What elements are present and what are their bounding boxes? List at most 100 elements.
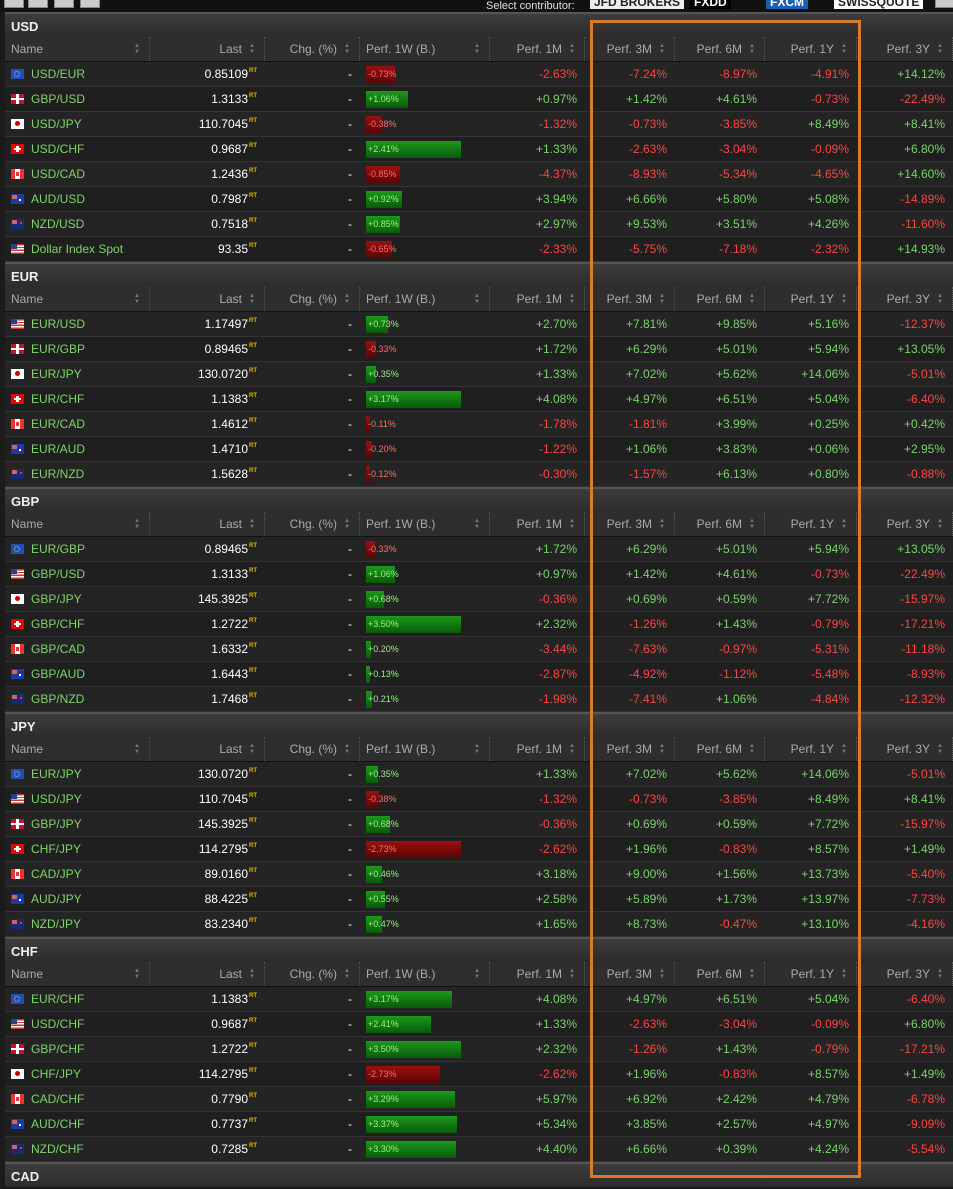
symbol-link[interactable]: AUD/JPY	[31, 887, 82, 911]
sort-arrows-icon[interactable]: ▲▼	[840, 518, 848, 530]
symbol-link[interactable]: GBP/USD	[31, 87, 85, 111]
column-header-perf-1y[interactable]: Perf. 1Y ▲▼	[765, 962, 857, 986]
column-header-perf-1w[interactable]: Perf. 1W (B.) ▲▼	[360, 737, 490, 761]
symbol-link[interactable]: CHF/JPY	[31, 837, 81, 861]
column-header-perf-3y[interactable]: Perf. 3Y ▲▼	[857, 37, 953, 61]
contributor-fxcm[interactable]: FXCM	[766, 0, 808, 9]
sort-arrows-icon[interactable]: ▲▼	[936, 968, 944, 980]
cell-name[interactable]: GBP/CHF	[5, 612, 150, 636]
table-row[interactable]: EUR/CAD 1.4612RT - -0.11% -1.78% -1.81% +3.99%…	[5, 412, 953, 437]
sort-arrows-icon[interactable]: ▲▼	[840, 968, 848, 980]
table-row[interactable]: NZD/JPY 83.2340RT - +0.47% +1.65% +8.73% -0.47…	[5, 912, 953, 937]
chart-view-icon[interactable]	[54, 0, 74, 8]
cell-name[interactable]: GBP/USD	[5, 562, 150, 586]
symbol-link[interactable]: CHF/JPY	[31, 1062, 81, 1086]
sort-arrows-icon[interactable]: ▲▼	[133, 293, 141, 305]
symbol-link[interactable]: GBP/USD	[31, 562, 85, 586]
cell-name[interactable]: EUR/NZD	[5, 462, 150, 486]
sort-arrows-icon[interactable]: ▲▼	[343, 968, 351, 980]
cell-name[interactable]: USD/JPY	[5, 787, 150, 811]
symbol-link[interactable]: EUR/USD	[31, 312, 85, 336]
cell-name[interactable]: NZD/CHF	[5, 1137, 150, 1161]
cell-name[interactable]: AUD/USD	[5, 187, 150, 211]
table-row[interactable]: GBP/AUD 1.6443RT - +0.13% -2.87% -4.92% -1.12%…	[5, 662, 953, 687]
column-header-perf-6m[interactable]: Perf. 6M ▲▼	[675, 962, 765, 986]
sort-arrows-icon[interactable]: ▲▼	[248, 743, 256, 755]
table-view-icon[interactable]	[28, 0, 48, 8]
cell-name[interactable]: CHF/JPY	[5, 837, 150, 861]
sort-arrows-icon[interactable]: ▲▼	[658, 293, 666, 305]
contributor-fxdd[interactable]: FXDD	[690, 0, 731, 9]
table-row[interactable]: USD/EUR 0.85109RT - -0.73% -2.63% -7.24% -8.97…	[5, 62, 953, 87]
symbol-link[interactable]: EUR/JPY	[31, 362, 82, 386]
sort-arrows-icon[interactable]: ▲▼	[658, 968, 666, 980]
column-header-perf-1y[interactable]: Perf. 1Y ▲▼	[765, 37, 857, 61]
symbol-link[interactable]: USD/JPY	[31, 112, 82, 136]
table-row[interactable]: USD/CAD 1.2436RT - -0.85% -4.37% -8.93% -5.34%…	[5, 162, 953, 187]
table-row[interactable]: CHF/JPY 114.2795RT - -2.73% -2.62% +1.96% -0.8…	[5, 837, 953, 862]
sort-arrows-icon[interactable]: ▲▼	[936, 743, 944, 755]
symbol-link[interactable]: GBP/AUD	[31, 662, 85, 686]
column-header-name[interactable]: Name ▲▼	[5, 962, 150, 986]
symbol-link[interactable]: USD/JPY	[31, 787, 82, 811]
table-row[interactable]: EUR/AUD 1.4710RT - -0.20% -1.22% +1.06% +3.83%…	[5, 437, 953, 462]
symbol-link[interactable]: USD/CHF	[31, 137, 84, 161]
cell-name[interactable]: GBP/USD	[5, 87, 150, 111]
table-row[interactable]: Dollar Index Spot 93.35RT - -0.65% -2.33% -5.…	[5, 237, 953, 262]
sort-arrows-icon[interactable]: ▲▼	[343, 293, 351, 305]
column-header-name[interactable]: Name ▲▼	[5, 287, 150, 311]
table-row[interactable]: CAD/JPY 89.0160RT - +0.46% +3.18% +9.00% +1.56…	[5, 862, 953, 887]
sort-arrows-icon[interactable]: ▲▼	[658, 743, 666, 755]
table-row[interactable]: GBP/USD 1.3133RT - +1.06% +0.97% +1.42% +4.61%…	[5, 87, 953, 112]
sort-arrows-icon[interactable]: ▲▼	[748, 743, 756, 755]
cell-name[interactable]: USD/JPY	[5, 112, 150, 136]
cell-name[interactable]: GBP/JPY	[5, 812, 150, 836]
column-header-perf-6m[interactable]: Perf. 6M ▲▼	[675, 287, 765, 311]
column-header-chg[interactable]: Chg. (%) ▲▼	[265, 287, 360, 311]
table-row[interactable]: AUD/USD 0.7987RT - +0.92% +3.94% +6.66% +5.80%…	[5, 187, 953, 212]
symbol-link[interactable]: CAD/CHF	[31, 1087, 84, 1111]
symbol-link[interactable]: GBP/NZD	[31, 687, 84, 711]
column-header-perf-1w[interactable]: Perf. 1W (B.) ▲▼	[360, 962, 490, 986]
table-row[interactable]: EUR/NZD 1.5628RT - -0.12% -0.30% -1.57% +6.13%…	[5, 462, 953, 487]
cell-name[interactable]: EUR/GBP	[5, 537, 150, 561]
sort-arrows-icon[interactable]: ▲▼	[840, 43, 848, 55]
column-header-perf-6m[interactable]: Perf. 6M ▲▼	[675, 512, 765, 536]
column-header-perf-1y[interactable]: Perf. 1Y ▲▼	[765, 737, 857, 761]
sort-arrows-icon[interactable]: ▲▼	[748, 293, 756, 305]
table-row[interactable]: CAD/CHF 0.7790RT - +3.29% +5.97% +6.92% +2.42%…	[5, 1087, 953, 1112]
column-header-chg[interactable]: Chg. (%) ▲▼	[265, 512, 360, 536]
symbol-link[interactable]: GBP/CHF	[31, 1037, 84, 1061]
column-header-perf-6m[interactable]: Perf. 6M ▲▼	[675, 737, 765, 761]
table-row[interactable]: EUR/USD 1.17497RT - +0.73% +2.70% +7.81% +9.85…	[5, 312, 953, 337]
symbol-link[interactable]: GBP/CHF	[31, 612, 84, 636]
sort-arrows-icon[interactable]: ▲▼	[840, 743, 848, 755]
sort-arrows-icon[interactable]: ▲▼	[568, 743, 576, 755]
sort-arrows-icon[interactable]: ▲▼	[343, 43, 351, 55]
menu-icon[interactable]	[935, 0, 953, 8]
symbol-link[interactable]: USD/CAD	[31, 162, 85, 186]
table-row[interactable]: USD/CHF 0.9687RT - +2.41% +1.33% -2.63% -3.04%…	[5, 1012, 953, 1037]
table-row[interactable]: NZD/USD 0.7518RT - +0.85% +2.97% +9.53% +3.51%…	[5, 212, 953, 237]
table-row[interactable]: CHF/JPY 114.2795RT - -2.73% -2.62% +1.96% -0.8…	[5, 1062, 953, 1087]
contributor-swissquote[interactable]: SWISSQUOTE	[834, 0, 924, 9]
table-row[interactable]: EUR/JPY 130.0720RT - +0.35% +1.33% +7.02% +5.6…	[5, 762, 953, 787]
cell-name[interactable]: Dollar Index Spot	[5, 237, 150, 261]
symbol-link[interactable]: EUR/JPY	[31, 762, 82, 786]
column-header-last[interactable]: Last ▲▼	[150, 737, 265, 761]
sort-arrows-icon[interactable]: ▲▼	[568, 968, 576, 980]
sort-arrows-icon[interactable]: ▲▼	[658, 43, 666, 55]
sort-arrows-icon[interactable]: ▲▼	[658, 518, 666, 530]
column-header-perf-3m[interactable]: Perf. 3M ▲▼	[585, 287, 675, 311]
cell-name[interactable]: CAD/CHF	[5, 1087, 150, 1111]
column-header-chg[interactable]: Chg. (%) ▲▼	[265, 37, 360, 61]
symbol-link[interactable]: Dollar Index Spot	[31, 237, 123, 261]
symbol-link[interactable]: GBP/JPY	[31, 587, 82, 611]
symbol-link[interactable]: NZD/USD	[31, 212, 84, 236]
column-header-perf-1w[interactable]: Perf. 1W (B.) ▲▼	[360, 37, 490, 61]
column-header-perf-1m[interactable]: Perf. 1M ▲▼	[490, 287, 585, 311]
table-row[interactable]: GBP/JPY 145.3925RT - +0.68% -0.36% +0.69% +0.5…	[5, 812, 953, 837]
symbol-link[interactable]: USD/EUR	[31, 62, 85, 86]
column-header-perf-1w[interactable]: Perf. 1W (B.) ▲▼	[360, 287, 490, 311]
contributor-jfd[interactable]: JFD BROKERS	[590, 0, 685, 9]
